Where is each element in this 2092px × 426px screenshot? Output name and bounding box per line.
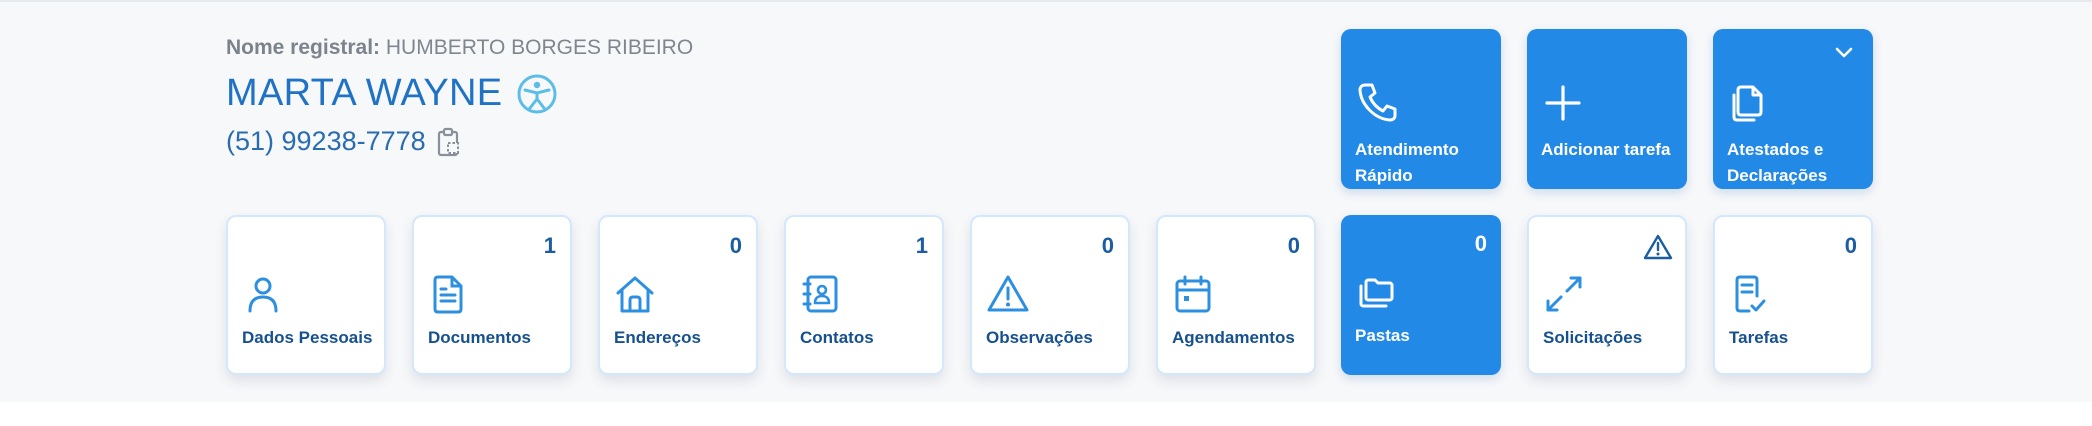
tile-documents-label: Documentos [428, 328, 531, 347]
phone-icon [1355, 79, 1397, 122]
tile-addresses-label: Endereços [614, 328, 701, 347]
registered-name-label: Nome registral: [226, 36, 381, 59]
add-task-label-line1: Adicionar tarefa [1541, 140, 1671, 159]
patient-phone: (51) 99238-7778 [226, 126, 462, 157]
patient-header-panel: Nome registral: HUMBERTO BORGES RIBEIRO … [0, 2, 2092, 402]
tile-folders[interactable]: 0 Pastas [1341, 215, 1501, 375]
tile-addresses[interactable]: 0 Endereços [598, 215, 758, 375]
transfer-arrows-icon [1543, 273, 1585, 315]
contact-book-icon [800, 273, 842, 315]
tile-contacts-label: Contatos [800, 328, 874, 347]
task-check-icon [1729, 273, 1771, 315]
quick-service-button[interactable]: Atendimento Rápido [1341, 29, 1501, 189]
document-icon [428, 273, 470, 315]
user-icon [242, 273, 284, 315]
chevron-down-icon[interactable] [1833, 41, 1855, 63]
tile-addresses-count: 0 [729, 233, 742, 258]
tile-folders-count: 0 [1474, 231, 1487, 256]
plus-icon [1541, 81, 1583, 123]
certificates-label: Atestados e Declarações [1727, 137, 1827, 189]
tile-tasks-label: Tarefas [1729, 328, 1789, 347]
warning-icon [1643, 233, 1673, 263]
quick-service-label-line2: Rápido [1355, 166, 1413, 185]
patient-name-text: MARTA WAYNE [226, 72, 503, 114]
tile-requests[interactable]: Solicitações [1527, 215, 1687, 375]
tile-appointments-count: 0 [1287, 233, 1300, 258]
home-icon [614, 273, 656, 315]
accessibility-icon[interactable] [516, 73, 558, 115]
tile-tasks-count: 0 [1844, 233, 1857, 258]
tile-observations-label: Observações [986, 328, 1093, 347]
calendar-icon [1172, 273, 1214, 315]
tile-observations[interactable]: 0 Observações [970, 215, 1130, 375]
clipboard-copy-icon[interactable] [436, 127, 462, 157]
registered-name-value: HUMBERTO BORGES RIBEIRO [385, 36, 694, 59]
tile-documents-count: 1 [543, 233, 556, 258]
quick-service-label-line1: Atendimento [1355, 140, 1459, 159]
folders-icon [1355, 271, 1397, 313]
tile-folders-label: Pastas [1355, 326, 1410, 345]
documents-copy-icon [1727, 81, 1769, 123]
quick-service-label: Atendimento Rápido [1355, 137, 1459, 189]
certificates-label-line1: Atestados e [1727, 140, 1824, 159]
tile-requests-label: Solicitações [1543, 328, 1643, 347]
tile-tasks[interactable]: 0 Tarefas [1713, 215, 1873, 375]
certificates-label-line2: Declarações [1727, 166, 1828, 185]
tile-contacts-count: 1 [915, 233, 928, 258]
warning-icon [986, 273, 1029, 315]
tile-personal-data[interactable]: Dados Pessoais [226, 215, 386, 375]
tile-observations-count: 0 [1101, 233, 1114, 258]
tile-contacts[interactable]: 1 Contatos [784, 215, 944, 375]
registered-name: Nome registral: HUMBERTO BORGES RIBEIRO [226, 36, 693, 60]
phone-number: (51) 99238-7778 [226, 126, 426, 156]
add-task-label: Adicionar tarefa [1541, 137, 1670, 163]
tile-documents[interactable]: 1 Documentos [412, 215, 572, 375]
patient-name: MARTA WAYNE [226, 72, 558, 115]
certificates-declarations-button[interactable]: Atestados e Declarações [1713, 29, 1873, 189]
tile-appointments-label: Agendamentos [1172, 328, 1295, 347]
tile-appointments[interactable]: 0 Agendamentos [1156, 215, 1316, 375]
add-task-button[interactable]: Adicionar tarefa [1527, 29, 1687, 189]
tile-personal-data-label: Dados Pessoais [242, 328, 373, 347]
